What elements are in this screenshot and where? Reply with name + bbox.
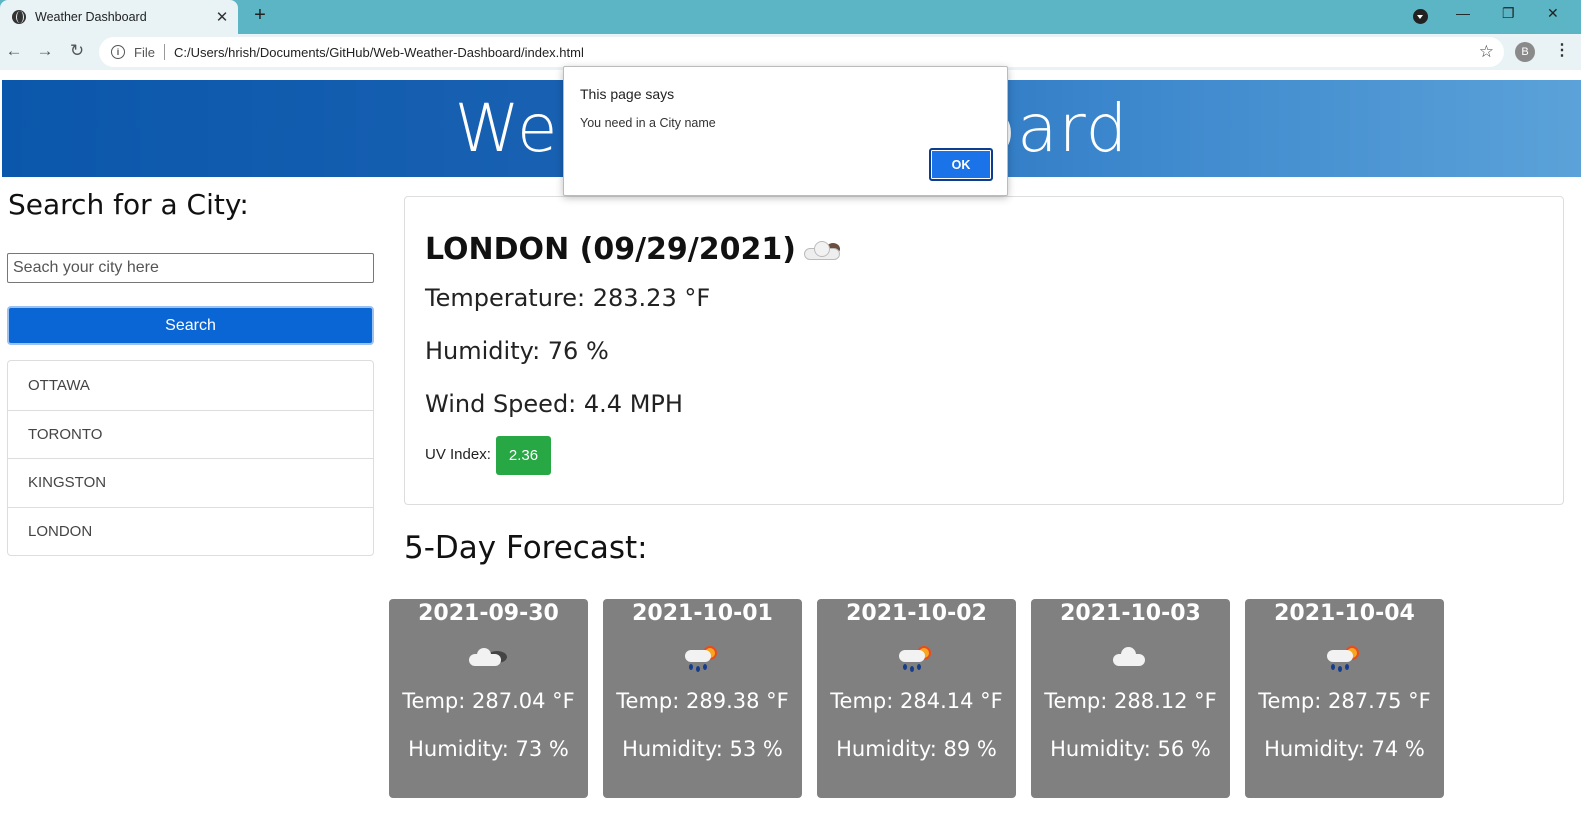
globe-icon — [12, 10, 26, 24]
forecast-humidity: Humidity: 74 % — [1264, 737, 1425, 761]
forecast-date: 2021-10-02 — [846, 601, 987, 626]
rain-sun-icon — [895, 642, 937, 672]
search-button[interactable]: Search — [7, 306, 374, 345]
tab-close-button[interactable]: ✕ — [210, 8, 234, 26]
dialog-title: This page says — [580, 86, 675, 102]
url-scheme: File — [134, 44, 155, 60]
city-search-input[interactable] — [7, 253, 374, 283]
browser-tab[interactable]: Weather Dashboard ✕ — [0, 0, 238, 34]
forecast-humidity: Humidity: 53 % — [622, 737, 783, 761]
forecast-humidity: Humidity: 73 % — [408, 737, 569, 761]
forecast-temp: Temp: 287.04 °F — [402, 689, 575, 713]
forward-button[interactable]: → — [34, 41, 56, 61]
reload-button[interactable]: ↻ — [66, 41, 88, 61]
forecast-date: 2021-10-04 — [1274, 601, 1415, 626]
forecast-date: 2021-09-30 — [418, 601, 559, 626]
forecast-card: 2021-10-02 Temp: 284.14 °F Humidity: 89 … — [817, 599, 1016, 798]
alert-dialog: This page says You need in a City name O… — [563, 66, 1008, 196]
restore-button[interactable]: ❐ — [1502, 5, 1515, 22]
forecast-card: 2021-10-04 Temp: 287.75 °F Humidity: 74 … — [1245, 599, 1444, 798]
cloud-icon — [1109, 642, 1151, 672]
forecast-temp: Temp: 284.14 °F — [830, 689, 1003, 713]
history-item-toronto[interactable]: TORONTO — [8, 409, 373, 459]
current-humidity: Humidity: 76 % — [425, 337, 609, 365]
current-wind-speed: Wind Speed: 4.4 MPH — [425, 390, 683, 418]
forecast-temp: Temp: 289.38 °F — [616, 689, 789, 713]
history-item-ottawa[interactable]: OTTAWA — [8, 361, 373, 410]
minimize-button[interactable]: — — [1456, 5, 1470, 21]
forecast-date: 2021-10-01 — [632, 601, 773, 626]
forecast-temp: Temp: 287.75 °F — [1258, 689, 1431, 713]
forecast-humidity: Humidity: 56 % — [1050, 737, 1211, 761]
close-window-button[interactable]: ✕ — [1547, 5, 1559, 22]
info-icon[interactable]: i — [111, 45, 125, 59]
search-heading: Search for a City: — [8, 188, 249, 221]
back-button[interactable]: ← — [3, 41, 25, 61]
broken-clouds-icon — [467, 642, 509, 672]
history-item-london[interactable]: LONDON — [8, 506, 373, 556]
tab-strip: Weather Dashboard ✕ + — ❐ ✕ — [0, 0, 1581, 34]
history-item-kingston[interactable]: KINGSTON — [8, 458, 373, 507]
tab-title: Weather Dashboard — [35, 10, 147, 24]
few-clouds-night-icon — [803, 239, 842, 261]
forecast-humidity: Humidity: 89 % — [836, 737, 997, 761]
new-tab-button[interactable]: + — [250, 4, 270, 27]
uv-index-badge: 2.36 — [496, 436, 551, 475]
rain-sun-icon — [1323, 642, 1365, 672]
forecast-date: 2021-10-03 — [1060, 601, 1201, 626]
forecast-temp: Temp: 288.12 °F — [1044, 689, 1217, 713]
current-city-title: LONDON (09/29/2021) — [425, 232, 796, 267]
address-bar[interactable]: i File C:/Users/hrish/Documents/GitHub/W… — [99, 37, 1504, 67]
current-city-heading: LONDON (09/29/2021) — [425, 232, 842, 267]
browser-toolbar: ← → ↻ i File C:/Users/hrish/Documents/Gi… — [0, 34, 1581, 70]
current-temperature: Temperature: 283.23 °F — [425, 284, 711, 312]
forecast-card: 2021-10-03 Temp: 288.12 °F Humidity: 56 … — [1031, 599, 1230, 798]
forecast-card: 2021-09-30 Temp: 287.04 °F Humidity: 73 … — [389, 599, 588, 798]
dialog-ok-button[interactable]: OK — [929, 148, 993, 181]
uv-index-label: UV Index: — [425, 446, 491, 463]
forecast-heading: 5-Day Forecast: — [404, 530, 648, 566]
rain-sun-icon — [681, 642, 723, 672]
url-text[interactable]: C:/Users/hrish/Documents/GitHub/Web-Weat… — [174, 45, 1479, 60]
divider — [163, 44, 165, 60]
bookmark-star-icon[interactable]: ☆ — [1479, 42, 1494, 62]
menu-kebab-icon[interactable]: ⋮ — [1554, 40, 1570, 60]
profile-avatar[interactable]: B — [1515, 42, 1535, 62]
forecast-card: 2021-10-01 Temp: 289.38 °F Humidity: 53 … — [603, 599, 802, 798]
dialog-message: You need in a City name — [580, 116, 716, 130]
current-weather-card: LONDON (09/29/2021) Temperature: 283.23 … — [404, 196, 1564, 505]
tab-search-icon[interactable] — [1413, 9, 1428, 24]
search-history-list: OTTAWA TORONTO KINGSTON LONDON — [7, 360, 374, 556]
